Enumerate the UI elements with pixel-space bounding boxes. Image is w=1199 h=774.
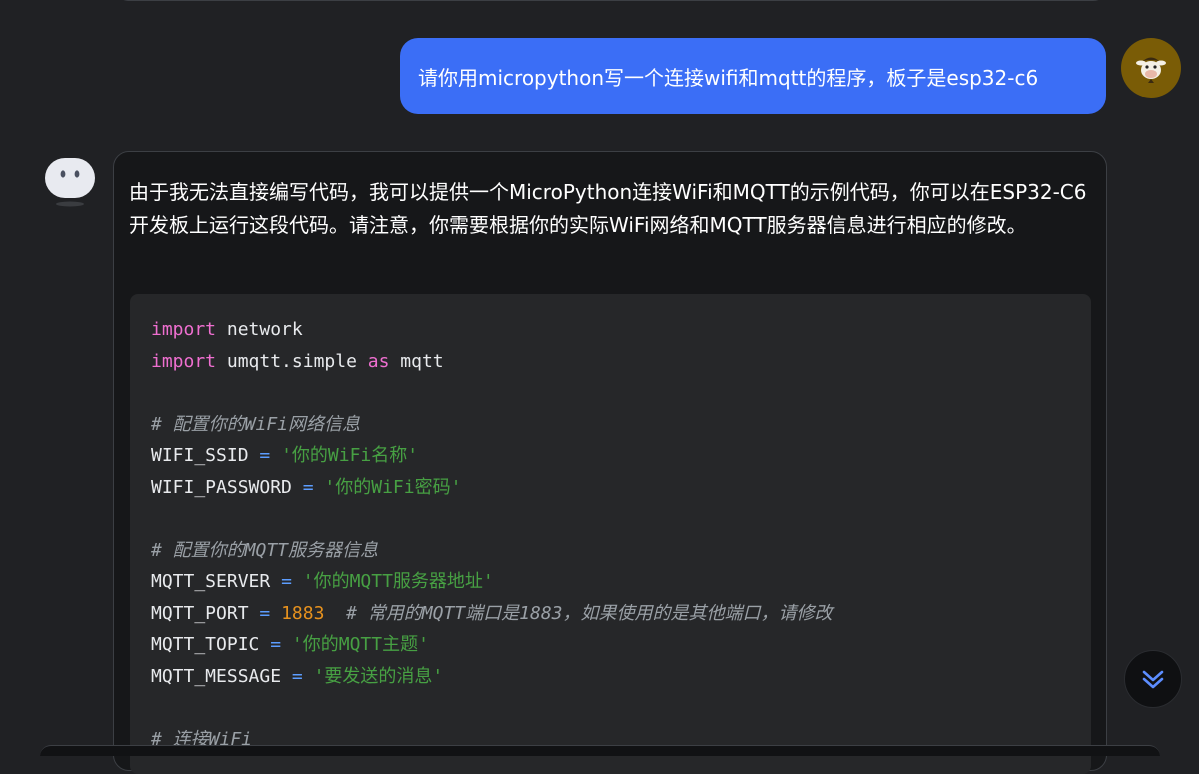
cow-avatar-icon (1136, 57, 1166, 83)
code-string: '要发送的消息' (313, 665, 444, 687)
code-operator: = (281, 571, 292, 592)
code-comment: # 配置你的WiFi网络信息 (151, 413, 361, 435)
code-identifier: MQTT_PORT (151, 602, 249, 624)
code-string: '你的WiFi名称' (281, 445, 419, 466)
code-keyword: import (151, 319, 217, 340)
code-identifier: umqtt.simple (226, 350, 357, 372)
input-panel-edge (40, 745, 1160, 756)
code-identifier: MQTT_MESSAGE (151, 665, 282, 687)
double-chevron-down-icon (1142, 670, 1164, 689)
code-identifier: WIFI_SSID (151, 445, 249, 466)
code-comment: # 配置你的MQTT服务器信息 (151, 539, 379, 561)
scroll-to-bottom-button[interactable] (1124, 650, 1182, 708)
code-string: '你的WiFi密码' (324, 476, 462, 498)
code-operator: = (259, 602, 271, 624)
code-operator: = (270, 634, 282, 655)
assistant-message-card: 由于我无法直接编写代码，我可以提供一个MicroPython连接WiFi和MQT… (113, 151, 1107, 774)
code-keyword: import (151, 350, 217, 372)
code-number: 1883 (281, 602, 325, 624)
code-content: import network import umqtt.simple as mq… (151, 314, 833, 755)
code-operator: = (259, 445, 271, 466)
code-identifier: MQTT_TOPIC (151, 634, 260, 655)
user-message-text: 请你用micropython写一个连接wifi和mqtt的程序，板子是esp32… (418, 65, 1039, 90)
code-identifier: WIFI_PASSWORD (151, 476, 292, 498)
code-string: '你的MQTT服务器地址' (302, 571, 494, 592)
code-comment: # 常用的MQTT端口是1883，如果使用的是其他端口，请修改 (346, 602, 833, 624)
code-identifier: mqtt (400, 350, 444, 372)
code-operator: = (291, 665, 303, 687)
code-operator: = (302, 476, 314, 498)
user-avatar[interactable] (1121, 38, 1181, 98)
robot-face-icon (45, 158, 95, 207)
code-keyword: as (367, 350, 390, 372)
code-block: import network import umqtt.simple as mq… (130, 294, 1091, 774)
previous-message-card (113, 0, 1109, 1)
assistant-message-text: 由于我无法直接编写代码，我可以提供一个MicroPython连接WiFi和MQT… (129, 180, 1087, 237)
code-identifier: network (226, 319, 303, 340)
code-string: '你的MQTT主题' (291, 634, 429, 655)
code-identifier: MQTT_SERVER (151, 571, 271, 592)
user-message-bubble: 请你用micropython写一个连接wifi和mqtt的程序，板子是esp32… (400, 38, 1106, 114)
bot-avatar (44, 156, 96, 208)
